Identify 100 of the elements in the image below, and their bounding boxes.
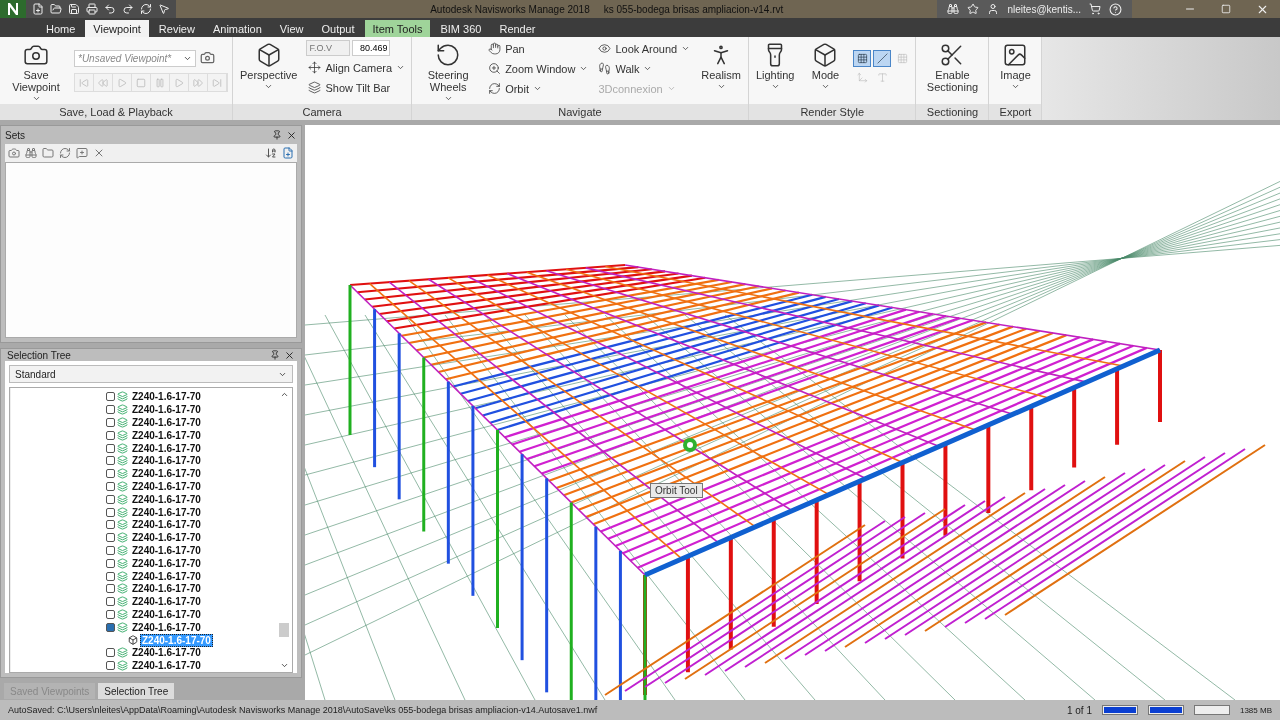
expand-toggle[interactable] — [106, 469, 115, 479]
ribbon-tab[interactable]: Item Tools — [364, 20, 431, 37]
sets-tool-icon[interactable] — [59, 147, 71, 159]
expand-toggle[interactable] — [106, 584, 115, 594]
pin-icon[interactable] — [270, 350, 280, 361]
tree-item[interactable]: Z240-1.6-17-70 — [130, 556, 203, 570]
ribbon-button[interactable]: Perspective — [237, 40, 301, 93]
tree-item[interactable]: Z240-1.6-17-70 — [130, 441, 203, 455]
ribbon-tab[interactable]: BIM 360 — [432, 20, 490, 37]
ribbon-button[interactable]: Save Viewpoint — [4, 40, 68, 104]
expand-toggle[interactable] — [106, 558, 115, 568]
sets-tool-icon[interactable] — [42, 147, 54, 159]
ribbon-button[interactable]: Steering Wheels — [416, 40, 481, 104]
ribbon-tab[interactable]: Animation — [204, 20, 270, 37]
tree-item[interactable]: Z240-1.6-17-70 — [130, 569, 203, 583]
tree-item[interactable]: Z240-1.6-17-70 — [130, 505, 203, 519]
quick-access-icon[interactable] — [122, 3, 134, 15]
expand-toggle[interactable] — [106, 392, 115, 402]
expand-toggle[interactable] — [106, 545, 115, 555]
fov-field[interactable]: F.O.V — [306, 40, 351, 56]
cart-icon[interactable] — [1089, 3, 1101, 15]
ribbon-tab[interactable]: Render — [491, 20, 544, 37]
expand-toggle[interactable] — [106, 520, 115, 530]
expand-toggle[interactable] — [106, 622, 115, 632]
3d-viewport[interactable]: Orbit Tool — [305, 125, 1280, 700]
ribbon-button[interactable]: Look Around — [596, 40, 693, 57]
render-toggle-button[interactable] — [853, 50, 872, 67]
tree-item[interactable]: Z240-1.6-17-70 — [130, 582, 203, 596]
ribbon-tab[interactable]: Review — [150, 20, 203, 37]
ribbon-button[interactable]: Zoom Window — [486, 60, 591, 77]
expand-toggle[interactable] — [106, 494, 115, 504]
ribbon-button[interactable]: Orbit — [486, 80, 544, 97]
quick-access-icon[interactable] — [158, 3, 170, 15]
binoculars-icon[interactable] — [947, 3, 960, 15]
expand-toggle[interactable] — [106, 507, 115, 517]
expand-toggle[interactable] — [106, 661, 115, 671]
expand-toggle[interactable] — [106, 481, 115, 491]
expand-toggle[interactable] — [106, 417, 115, 427]
tree-item[interactable]: Z240-1.6-17-70 — [130, 479, 203, 493]
tree-item[interactable]: Z240-1.6-17-70 — [130, 492, 203, 506]
tree-item[interactable]: Z240-1.6-17-70 — [130, 659, 203, 672]
tree-item[interactable]: Z240-1.6-17-70 — [130, 531, 203, 545]
ribbon-button[interactable]: Show Tilt Bar — [306, 79, 393, 96]
tree-item[interactable]: Z240-1.6-17-70 — [130, 415, 203, 429]
ribbon-button[interactable]: Realism — [698, 40, 744, 93]
app-menu-button[interactable] — [0, 0, 26, 18]
help-icon[interactable] — [1109, 2, 1122, 16]
expand-toggle[interactable] — [106, 405, 115, 415]
tree-item[interactable]: Z240-1.6-17-70 — [130, 543, 203, 557]
render-toggle-button[interactable] — [873, 50, 892, 67]
expand-toggle[interactable] — [106, 533, 115, 543]
ribbon-button[interactable]: Image — [993, 40, 1038, 93]
quick-access-icon[interactable] — [68, 3, 80, 15]
scroll-thumb[interactable] — [279, 623, 289, 637]
user-icon[interactable] — [987, 3, 1000, 15]
scroll-down-icon[interactable] — [279, 661, 289, 670]
star-icon[interactable] — [967, 3, 980, 15]
close-icon[interactable] — [286, 129, 297, 141]
panel-tab[interactable]: Selection Tree — [98, 683, 175, 699]
tree-item[interactable]: Z240-1.6-17-70 — [130, 390, 203, 404]
tree-mode-dropdown[interactable]: Standard — [9, 365, 293, 384]
sets-tool-icon[interactable] — [93, 147, 105, 159]
tree-item[interactable]: Z240-1.6-17-70 — [130, 428, 203, 442]
quick-access-icon[interactable] — [104, 3, 116, 15]
quick-access-icon[interactable] — [50, 3, 62, 15]
quick-access-icon[interactable] — [32, 3, 44, 15]
ribbon-tab[interactable]: Output — [313, 20, 363, 37]
expand-toggle[interactable] — [106, 571, 115, 581]
fov-value-field[interactable]: 80.469 — [352, 40, 391, 56]
ribbon-button[interactable]: Walk — [596, 60, 655, 77]
tree-item[interactable]: Z240-1.6-17-70 — [130, 646, 203, 660]
tree-item[interactable]: Z240-1.6-17-70 — [130, 403, 203, 417]
sets-tool-icon[interactable] — [76, 147, 88, 159]
ribbon-tab[interactable]: View — [271, 20, 312, 37]
quick-access-icon[interactable] — [140, 3, 152, 15]
ribbon-button[interactable]: Mode — [803, 40, 848, 93]
ribbon-button[interactable]: Enable Sectioning — [920, 40, 985, 95]
pin-icon[interactable] — [272, 130, 282, 140]
sort-icon[interactable] — [265, 147, 277, 159]
expand-toggle[interactable] — [106, 597, 115, 607]
tree-item[interactable]: Z240-1.6-17-70 — [130, 454, 203, 468]
ribbon-tab[interactable]: Home — [38, 20, 84, 37]
expand-toggle[interactable] — [106, 609, 115, 619]
expand-toggle[interactable] — [106, 648, 115, 658]
sets-tool-icon[interactable] — [8, 147, 20, 159]
close-icon[interactable] — [284, 349, 295, 361]
tree-item[interactable]: Z240-1.6-17-70 — [130, 518, 203, 532]
ribbon-tab[interactable]: Viewpoint — [85, 20, 149, 37]
ribbon-button[interactable]: Lighting — [752, 40, 798, 93]
tree-item[interactable]: Z240-1.6-17-70 — [130, 595, 203, 609]
ribbon-button[interactable]: Pan — [486, 40, 527, 57]
ribbon-button[interactable]: Align Camera — [306, 59, 408, 76]
sets-tool-icon[interactable] — [25, 147, 37, 159]
expand-toggle[interactable] — [106, 443, 115, 453]
viewpoint-dropdown[interactable]: *Unsaved Viewpoint* — [74, 50, 196, 67]
expand-toggle[interactable] — [106, 456, 115, 466]
tree-item[interactable]: Z240-1.6-17-70 — [130, 607, 203, 621]
import-icon[interactable] — [282, 147, 294, 159]
tree-item[interactable]: Z240-1.6-17-70 — [130, 620, 203, 634]
tree-item[interactable]: Z240-1.6-17-70 — [130, 467, 203, 481]
